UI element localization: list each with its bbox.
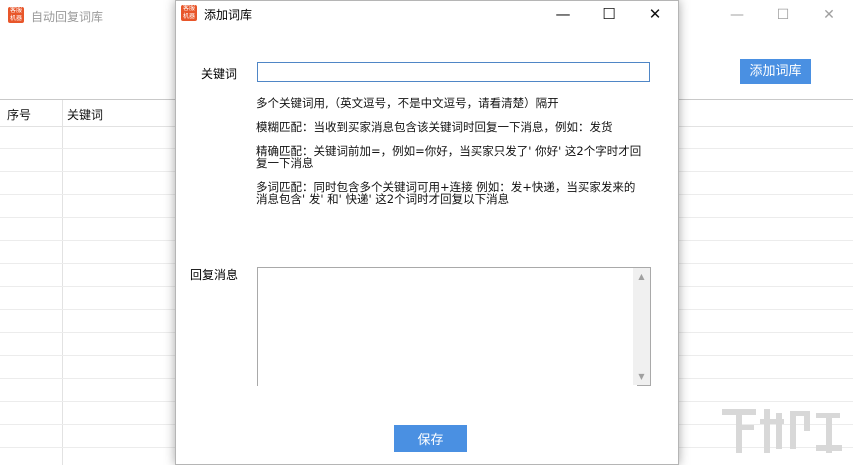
scroll-up-icon[interactable]: ▲ xyxy=(633,268,650,285)
reply-textarea[interactable] xyxy=(258,268,637,389)
watermark-logo xyxy=(722,409,842,453)
keyword-label: 关键词 xyxy=(201,67,238,81)
dialog-close-button[interactable]: ✕ xyxy=(632,1,678,27)
reply-scrollbar[interactable]: ▲ ▼ xyxy=(633,268,650,385)
scroll-down-icon[interactable]: ▼ xyxy=(633,368,650,385)
main-maximize-button[interactable]: ☐ xyxy=(768,4,798,26)
reply-label: 回复消息 xyxy=(190,268,239,282)
main-window-title: 自动回复词库 xyxy=(31,10,104,24)
column-header-keyword[interactable]: 关键词 xyxy=(67,106,103,123)
column-separator xyxy=(62,100,63,465)
keyword-input[interactable] xyxy=(257,62,650,82)
column-header-index[interactable]: 序号 xyxy=(7,106,31,123)
hint-multi-word-match: 多词匹配：同时包含多个关键词可用+连接 例如：发+快递，当买家发来的消息包含' … xyxy=(256,180,636,206)
app-icon: 客服机器人 xyxy=(8,7,24,23)
dialog-titlebar[interactable]: 客服机器人 添加词库 — ☐ ✕ xyxy=(176,1,678,29)
reply-field: ▲ ▼ xyxy=(257,267,651,389)
main-minimize-button[interactable]: — xyxy=(722,4,752,26)
dialog-app-icon: 客服机器人 xyxy=(181,5,197,21)
dialog-maximize-button[interactable]: ☐ xyxy=(586,1,632,27)
dialog-minimize-button[interactable]: — xyxy=(540,1,586,27)
add-library-button[interactable]: 添加词库 xyxy=(740,59,811,84)
save-button[interactable]: 保存 xyxy=(394,425,467,452)
hint-exact-match: 精确匹配：关键词前加=，例如=你好，当买家只发了' 你好' 这2个字时才回复一下… xyxy=(256,144,642,170)
add-library-dialog: 客服机器人 添加词库 — ☐ ✕ 关键词 多个关键词用,（英文逗号，不是中文逗号… xyxy=(175,0,679,465)
main-close-button[interactable]: ✕ xyxy=(814,4,844,26)
hint-separator: 多个关键词用,（英文逗号，不是中文逗号，请看清楚）隔开 xyxy=(256,96,559,110)
dialog-title: 添加词库 xyxy=(204,8,253,22)
hint-fuzzy-match: 模糊匹配：当收到买家消息包含该关键词时回复一下消息，例如：发货 xyxy=(256,120,613,134)
